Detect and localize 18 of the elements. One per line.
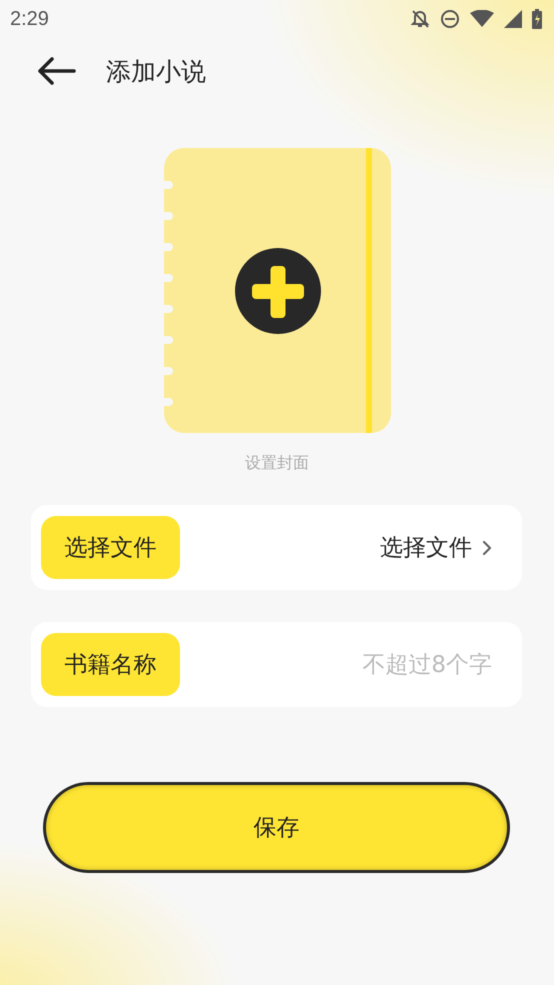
field-label: 选择文件 — [41, 516, 180, 579]
file-picker[interactable]: 选择文件 — [380, 532, 492, 563]
cover-caption: 设置封面 — [245, 453, 309, 474]
picker-value: 选择文件 — [380, 534, 472, 563]
do-not-disturb-icon — [440, 9, 460, 29]
chevron-right-icon — [482, 540, 492, 556]
back-button[interactable] — [36, 56, 76, 86]
signal-icon — [504, 10, 522, 28]
notifications-off-icon — [410, 9, 430, 29]
status-time: 2:29 — [10, 8, 49, 30]
add-cover-button[interactable] — [164, 148, 390, 433]
wifi-icon — [470, 10, 494, 28]
back-arrow-icon — [36, 56, 76, 86]
battery-icon — [532, 9, 542, 29]
book-name-field[interactable]: 不超过8个字 — [292, 652, 492, 678]
page-title: 添加小说 — [106, 56, 206, 88]
save-button[interactable]: 保存 — [43, 782, 510, 873]
field-label: 书籍名称 — [41, 633, 180, 696]
